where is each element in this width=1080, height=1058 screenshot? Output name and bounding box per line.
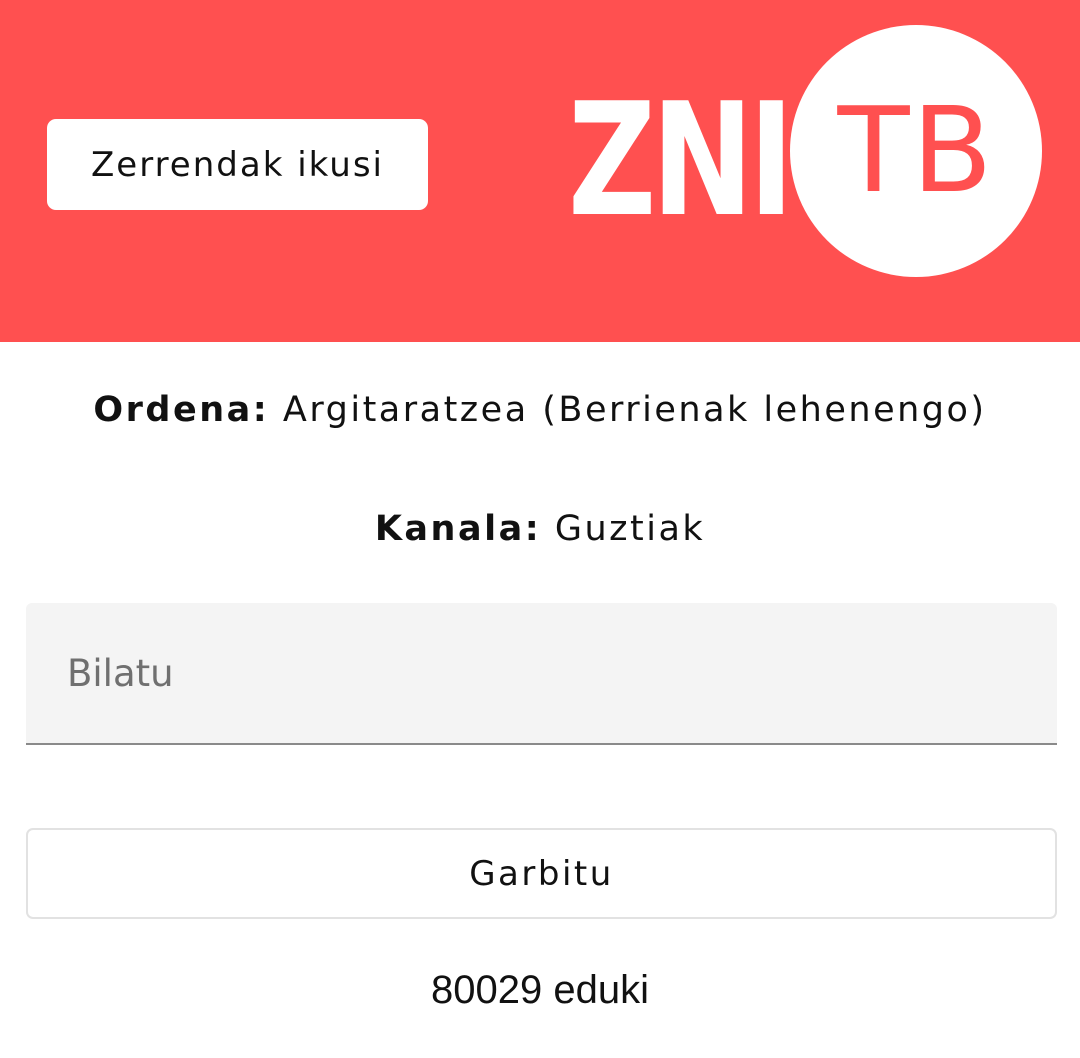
search-input[interactable] (26, 603, 1057, 745)
channel-label: Kanala: (374, 509, 542, 549)
result-count: 80029 eduki (431, 968, 649, 1012)
logo-circle: TB (790, 25, 1042, 277)
zni-tb-logo[interactable]: ZNI TB (568, 20, 1048, 280)
order-label: Ordena: (93, 390, 270, 430)
clear-button[interactable]: Garbitu (26, 828, 1057, 919)
logo-zni-text: ZNI (568, 69, 794, 251)
view-lists-button[interactable]: Zerrendak ikusi (47, 119, 428, 210)
order-value: Argitaratzea (Berrienak lehenengo) (282, 390, 987, 430)
header-bar: Zerrendak ikusi ZNI TB (0, 0, 1080, 342)
channel-filter[interactable]: Kanala: Guztiak (0, 509, 1080, 549)
channel-value: Guztiak (554, 509, 706, 549)
logo-tb-text: TB (837, 81, 995, 219)
order-filter[interactable]: Ordena: Argitaratzea (Berrienak leheneng… (0, 390, 1080, 430)
